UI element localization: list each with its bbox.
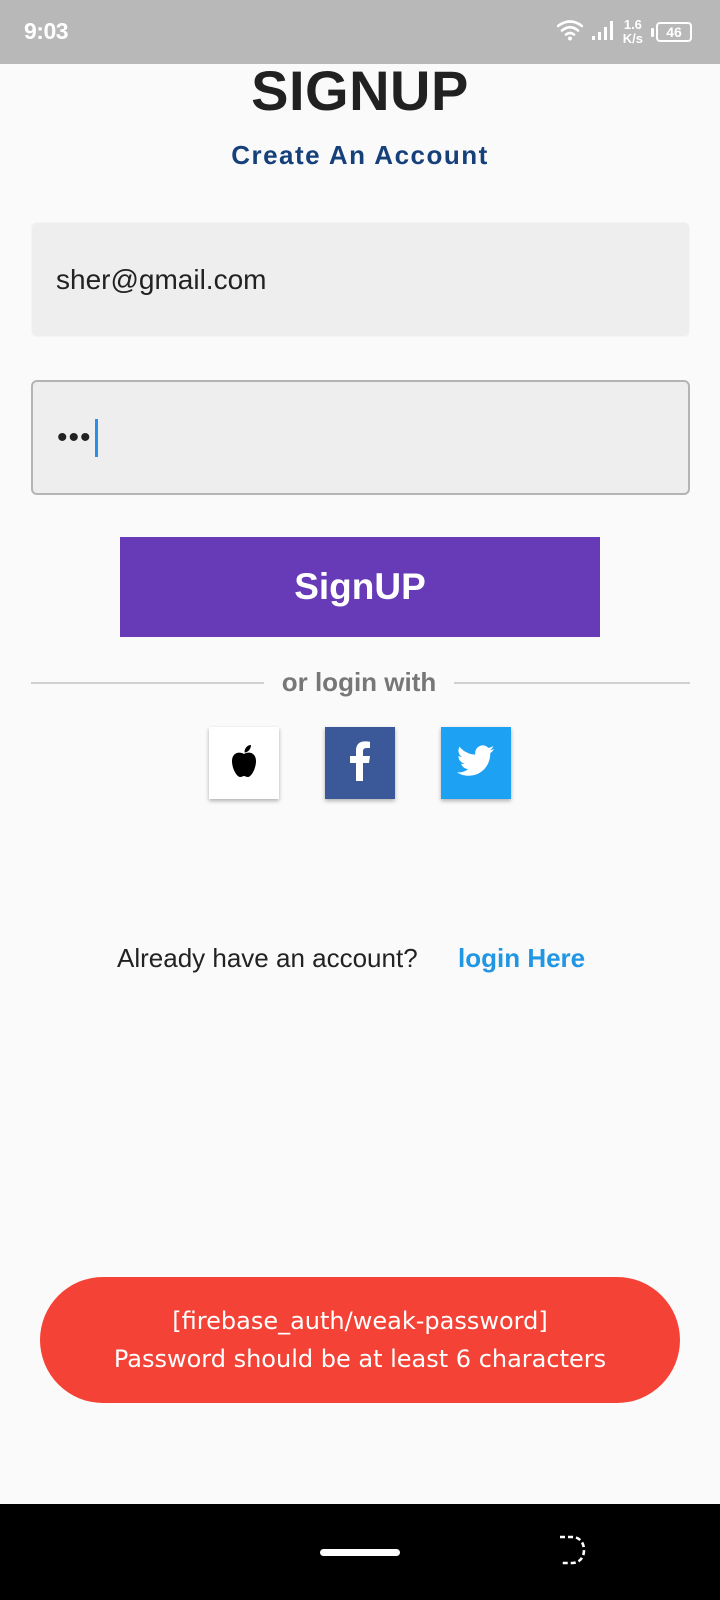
navigation-bar	[0, 1504, 720, 1600]
back-gesture-icon[interactable]	[556, 1534, 588, 1571]
apple-login-button[interactable]	[209, 727, 279, 799]
status-bar: 9:03 1.6 K/s 46	[0, 0, 720, 64]
battery-level: 46	[656, 22, 692, 42]
signup-button[interactable]: SignUP	[120, 537, 600, 637]
error-toast: [firebase_auth/weak-password] Password s…	[40, 1277, 680, 1403]
divider-right	[454, 682, 690, 684]
email-field[interactable]: sher@gmail.com	[31, 222, 690, 337]
divider-label: or login with	[281, 667, 437, 697]
battery-icon: 46	[651, 22, 692, 42]
toast-error-message: Password should be at least 6 characters	[113, 1345, 607, 1373]
login-here-link[interactable]: login Here	[458, 943, 585, 974]
toast-error-code: [firebase_auth/weak-password]	[172, 1307, 548, 1335]
network-speed: 1.6 K/s	[623, 18, 643, 46]
status-time: 9:03	[24, 18, 69, 44]
facebook-login-button[interactable]	[325, 727, 395, 799]
signal-icon	[591, 19, 615, 46]
login-prompt: Already have an account?	[117, 943, 418, 973]
divider-left	[31, 682, 264, 684]
password-field[interactable]: •••	[31, 380, 690, 495]
wifi-icon	[556, 19, 584, 46]
facebook-icon	[349, 740, 371, 786]
apple-icon	[229, 744, 259, 783]
network-speed-value: 1.6	[623, 17, 642, 32]
home-gesture-bar[interactable]	[320, 1549, 400, 1556]
twitter-login-button[interactable]	[441, 727, 511, 799]
twitter-icon	[456, 744, 495, 782]
status-icons: 1.6 K/s 46	[556, 14, 692, 50]
email-value: sher@gmail.com	[56, 263, 267, 295]
network-speed-unit: K/s	[622, 31, 643, 46]
text-cursor	[94, 418, 98, 457]
password-value: •••	[57, 420, 92, 454]
page-subtitle: Create An Account	[231, 140, 489, 170]
page-title: SIGNUP	[251, 59, 469, 122]
